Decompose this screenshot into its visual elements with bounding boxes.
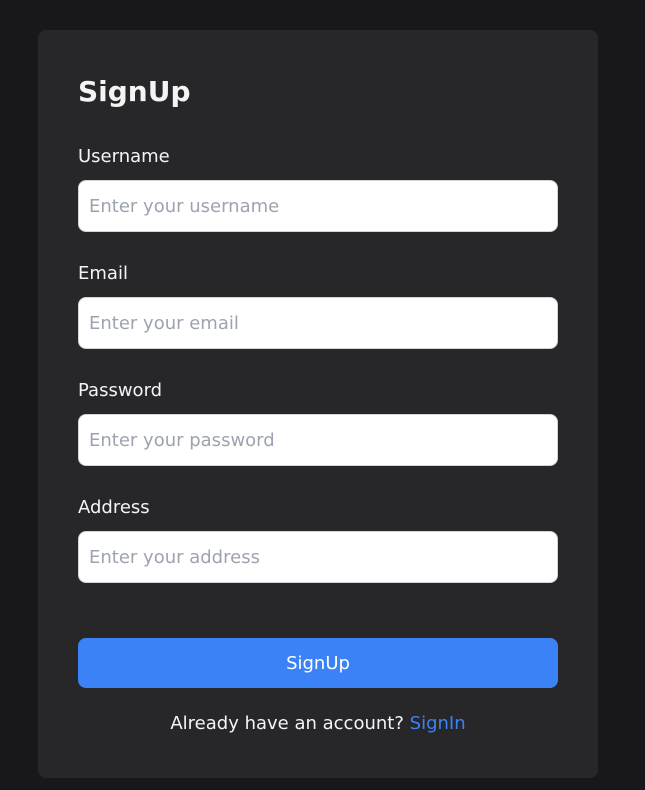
signup-card: SignUp Username Email Password Address S… — [38, 30, 598, 778]
address-input[interactable] — [78, 531, 558, 583]
email-input[interactable] — [78, 297, 558, 349]
username-label: Username — [78, 146, 170, 167]
password-input[interactable] — [78, 414, 558, 466]
form-title: SignUp — [78, 75, 191, 108]
address-label: Address — [78, 497, 150, 518]
signup-button[interactable]: SignUp — [78, 638, 558, 688]
signin-link[interactable]: SignIn — [410, 713, 466, 734]
username-input[interactable] — [78, 180, 558, 232]
email-label: Email — [78, 263, 128, 284]
signin-prompt-text: Already have an account? — [170, 713, 404, 734]
signin-prompt: Already have an account? SignIn — [38, 712, 598, 736]
password-label: Password — [78, 380, 163, 401]
